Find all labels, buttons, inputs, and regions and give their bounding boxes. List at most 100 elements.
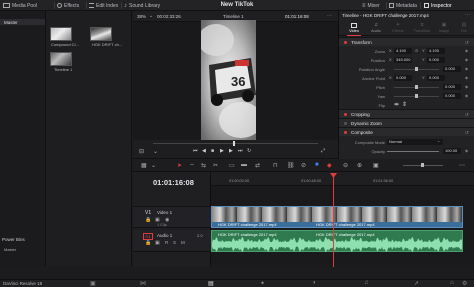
tab-transition[interactable]: ⧖ Transition [411, 22, 433, 36]
home-icon[interactable]: ⌂ [450, 280, 454, 286]
link-icon[interactable]: ⛓ [287, 162, 295, 169]
chevron-down-icon[interactable]: ⌄ [437, 138, 440, 143]
fairlight-page-icon[interactable]: ♫ [364, 280, 369, 286]
scrubber-handle[interactable] [233, 141, 235, 146]
fusion-page-icon[interactable]: ✦ [260, 280, 265, 287]
yaw-field[interactable]: 0.000 [443, 93, 461, 99]
zoom-slider-handle[interactable] [421, 163, 424, 167]
go-to-end-icon[interactable]: ⏭ [238, 148, 243, 154]
reset-icon[interactable]: ↺ [465, 38, 469, 47]
gear-icon[interactable]: ⚙ [462, 280, 467, 287]
timeline-name-dropdown[interactable]: Timeline 1 [223, 14, 244, 19]
dynamic-trim-icon[interactable]: ⇆ [201, 162, 206, 169]
lock-icon[interactable]: 🔒 [145, 217, 151, 223]
video-clip[interactable]: HGK DRIFT challenge 2017.mp4 HGK DRIFT c… [211, 206, 463, 228]
opacity-slider[interactable] [387, 151, 439, 152]
deliver-page-icon[interactable]: ➚ [414, 280, 419, 287]
flag-icon[interactable]: ■ [315, 162, 319, 168]
keyframe-icon[interactable]: ◆ [465, 57, 468, 62]
position-x-field[interactable]: 345.000 [394, 57, 412, 63]
tab-file[interactable]: ▤ File [455, 22, 473, 36]
play-icon[interactable]: ▶ [220, 148, 224, 154]
pitch-field[interactable]: 0.000 [443, 84, 461, 90]
timeline-area[interactable]: 01:00:00:00 01:00:48:00 01:01:36:00 HGK … [211, 172, 474, 267]
tab-effects[interactable]: ✦ Effects [389, 22, 407, 36]
reset-icon[interactable]: ↺ [465, 128, 469, 137]
solo-button[interactable]: S [173, 240, 176, 245]
media-page-icon[interactable]: ▣ [90, 280, 96, 287]
zoom-y-field[interactable]: 4.190 [427, 48, 445, 54]
metadata-button[interactable]: Metadata [389, 0, 417, 11]
audio-track-header[interactable]: A1 Audio 1 2.0 🔒 ▣ R S M [133, 230, 211, 252]
more-options-icon[interactable]: ⋯ [327, 13, 332, 19]
mute-button[interactable]: M [181, 240, 185, 245]
cut-page-icon[interactable]: ⋈ [140, 280, 146, 287]
keyframe-icon[interactable]: ◆ [465, 66, 468, 71]
blade-tool-icon[interactable]: ✂ [213, 162, 218, 169]
rotation-slider-handle[interactable] [415, 67, 418, 71]
yaw-slider-handle[interactable] [415, 94, 418, 98]
zoom-in-icon[interactable]: ⊕ [357, 162, 362, 169]
record-arm-button[interactable]: R [165, 240, 168, 245]
chevron-down-icon[interactable]: ⌄ [149, 13, 153, 19]
more-options-icon[interactable]: ⋯ [459, 162, 465, 169]
mixer-button[interactable]: ≡ Mixer [362, 0, 380, 11]
fullscreen-icon[interactable]: ⤢ [321, 148, 325, 154]
link-icon[interactable]: ⊙ [415, 48, 418, 53]
power-bins-master[interactable]: Master [4, 247, 16, 252]
flip-vertical-icon[interactable]: ⇕ [402, 101, 407, 108]
trim-tool-icon[interactable]: ⇔ [189, 162, 195, 168]
chevron-down-icon[interactable]: ⌄ [153, 148, 158, 155]
media-pool-button[interactable]: Media Pool [3, 0, 37, 11]
keyframe-icon[interactable]: ◆ [465, 75, 468, 80]
insert-clip-icon[interactable]: ▭ [229, 162, 235, 169]
media-item-timeline-1[interactable] [50, 52, 72, 66]
replace-clip-icon[interactable]: ⇄ [255, 162, 260, 169]
go-to-start-icon[interactable]: ⏮ [193, 148, 198, 154]
sound-library-button[interactable]: ♪ Sound Library [124, 0, 160, 11]
step-back-icon[interactable]: ◀ [202, 148, 206, 154]
transform-section-header[interactable]: Transform ↺ [339, 37, 474, 46]
overwrite-clip-icon[interactable]: ▬ [241, 162, 247, 168]
keyframe-icon[interactable]: ◆ [465, 148, 468, 153]
loop-icon[interactable]: ↻ [247, 148, 251, 154]
tab-image[interactable]: ▣ Image [435, 22, 453, 36]
stop-icon[interactable]: ■ [211, 148, 214, 154]
step-forward-icon[interactable]: ▶ [229, 148, 233, 154]
anchor-y-field[interactable]: 0.000 [427, 75, 445, 81]
composite-section-header[interactable]: Composite ↺ [339, 127, 474, 136]
dynamic-zoom-section-header[interactable]: Dynamic Zoom [339, 118, 474, 127]
tab-audio[interactable]: ♫ Audio [367, 22, 385, 36]
zoom-out-icon[interactable]: ⊖ [343, 162, 348, 169]
playhead[interactable] [333, 174, 334, 267]
effects-button[interactable]: Effects [57, 0, 79, 11]
position-y-field[interactable]: 0.000 [427, 57, 445, 63]
full-extent-zoom-icon[interactable]: ▣ [373, 162, 379, 169]
position-lock-icon[interactable]: ⊘ [301, 162, 306, 169]
composite-mode-dropdown[interactable]: Normal [387, 139, 443, 145]
more-options-icon[interactable]: ⋯ [465, 12, 470, 18]
video-track-header[interactable]: V1 Video 1 🔒 ▣ ◉ 1 Clip [133, 206, 211, 228]
select-tool-icon[interactable]: ➤ [177, 162, 182, 169]
media-item-hgk-drift[interactable] [90, 27, 112, 41]
zoom-x-field[interactable]: 4.190 [394, 48, 412, 54]
edit-page-icon[interactable]: ▤ [208, 280, 214, 287]
media-item-compound-clip[interactable] [50, 27, 72, 41]
master-bin[interactable]: Master [0, 19, 45, 25]
viewer-options-icon[interactable]: ⊟ [139, 148, 144, 155]
keyframe-icon[interactable]: ◆ [465, 93, 468, 98]
scrubber-track[interactable] [153, 143, 318, 144]
rotation-field[interactable]: 0.000 [443, 66, 461, 72]
chevron-down-icon[interactable]: ⌄ [151, 162, 156, 169]
snapping-icon[interactable]: ⊓ [273, 162, 278, 169]
marker-icon[interactable]: ◆ [327, 162, 332, 169]
zoom-dropdown[interactable]: 38% [137, 14, 146, 19]
flip-horizontal-icon[interactable]: ⇹ [394, 101, 399, 108]
keyframe-icon[interactable]: ◆ [465, 48, 468, 53]
lock-icon[interactable]: 🔒 [145, 240, 151, 246]
inspector-button[interactable]: Inspector [424, 0, 452, 11]
timeline-ruler[interactable]: 01:00:00:00 01:00:48:00 01:01:36:00 [211, 172, 474, 186]
cropping-section-header[interactable]: Cropping ↺ [339, 109, 474, 118]
timeline-view-icon[interactable]: ▦ [141, 162, 147, 169]
opacity-field[interactable]: 100.00 [443, 148, 461, 154]
